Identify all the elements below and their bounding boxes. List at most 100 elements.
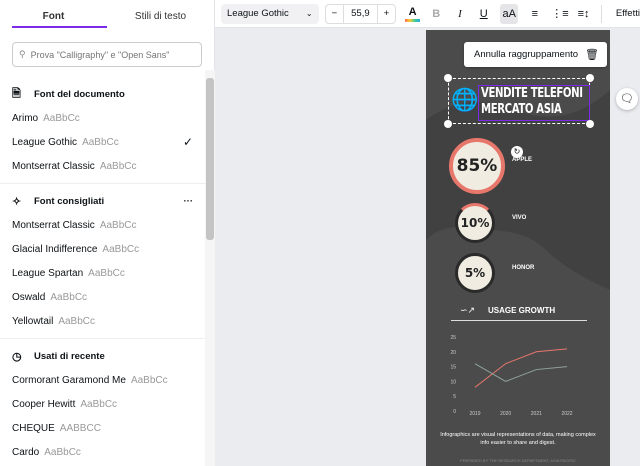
series-line-gray (474, 363, 568, 382)
font-sample: AaBbCc (99, 160, 137, 172)
ungroup-popup: Annulla raggruppamento 🗑 (464, 42, 607, 67)
font-sample: AaBbCc (99, 219, 137, 231)
font-sample: AaBbCc (80, 398, 118, 410)
more-options-button[interactable]: ··· (184, 196, 194, 207)
font-name: Glacial Indifference (12, 243, 98, 255)
bold-button[interactable]: B (429, 8, 444, 20)
font-sample: AaBbCc (102, 243, 140, 255)
y-tick-label: 10 (450, 379, 456, 385)
divider (0, 338, 205, 339)
font-sample: AaBbCc (50, 291, 88, 303)
font-sample: AaBbCc (58, 315, 96, 327)
ungroup-button[interactable]: Annulla raggruppamento (474, 49, 578, 60)
scrollbar-thumb[interactable] (206, 78, 214, 240)
font-search-input[interactable] (30, 49, 191, 60)
divider (0, 183, 205, 184)
font-name: League Spartan (12, 267, 84, 279)
rotate-icon[interactable]: ↻ (511, 146, 523, 158)
chart-heading: USAGE GROWTH (488, 306, 556, 315)
y-tick-label: 5 (453, 394, 456, 400)
stat-ring-apple: 85% (449, 138, 505, 194)
font-name: Cormorant Garamond Me (12, 374, 126, 386)
font-item[interactable]: Glacial Indifference AaBbCc (12, 237, 193, 261)
font-name: Oswald (12, 291, 46, 303)
stat-value: 85% (456, 156, 498, 176)
font-name: Montserrat Classic (12, 219, 95, 231)
stat-ring-honor: 5% (455, 253, 495, 293)
stat-label: VIVO (512, 215, 527, 221)
resize-handle[interactable] (586, 74, 594, 82)
y-tick-label: 15 (450, 365, 456, 371)
text-selection-box[interactable] (478, 85, 590, 121)
tab-font[interactable]: Font (0, 0, 107, 30)
section-title: Usati di recente (34, 350, 105, 362)
trash-icon[interactable]: 🗑 (585, 48, 599, 61)
font-name: Cardo (12, 446, 40, 458)
font-item[interactable]: Montserrat Classic AaBbCc (12, 154, 193, 178)
decrease-size-button[interactable]: − (326, 5, 344, 23)
section-header: ✧ Font consigliati ··· (12, 189, 193, 213)
clock-icon: ◷ (12, 350, 22, 363)
section-header: ◷ Usati di recente (12, 344, 193, 368)
resize-handle[interactable] (444, 74, 452, 82)
case-button[interactable]: aA (500, 3, 519, 24)
x-tick-label: 2021 (531, 411, 542, 417)
font-name: Montserrat Classic (12, 160, 95, 172)
font-item[interactable]: Oswald AaBbCc (12, 285, 193, 309)
scrollbar[interactable] (205, 70, 215, 466)
font-item[interactable]: Yellowtail AaBbCc (12, 309, 193, 333)
font-item[interactable]: Cormorant Garamond Me AaBbCc (12, 368, 193, 392)
font-name: Arimo (12, 112, 39, 124)
font-name: Yellowtail (12, 315, 54, 327)
divider (451, 320, 587, 321)
font-sample: AaBbCc (44, 446, 81, 458)
text-toolbar: League Gothic ⌄ − 55,9 + A B I U aA ≡ ⋮≡ … (215, 0, 640, 28)
font-sample: AaBbCc (130, 374, 168, 386)
list-icon[interactable]: ⋮≡ (551, 7, 568, 20)
sparkle-icon: ✧ (12, 195, 22, 208)
font-item[interactable]: Cooper Hewitt AaBbCc (12, 392, 193, 416)
x-tick-label: 2022 (561, 411, 572, 417)
x-tick-label: 2019 (469, 411, 480, 417)
font-item[interactable]: League Spartan AaBbCc (12, 261, 193, 285)
section-title: Font del documento (34, 88, 125, 100)
chevron-down-icon: ⌄ (305, 9, 313, 18)
font-panel: Font Stili di testo ⚲ 🗎 Font del document… (0, 0, 215, 466)
trend-line-icon: ∽↗ (460, 305, 476, 315)
font-item[interactable]: League Gothic AaBbCc ✓ (12, 130, 193, 154)
increase-size-button[interactable]: + (378, 5, 396, 23)
font-search[interactable]: ⚲ (12, 42, 202, 67)
font-section: 🗎 Font del documento Arimo AaBbCc League Got… (0, 82, 205, 178)
font-size-input[interactable]: 55,9 (343, 4, 378, 23)
x-tick-label: 2020 (500, 411, 511, 417)
underline-button[interactable]: U (476, 8, 491, 20)
line-spacing-icon[interactable]: ≡↕ (576, 8, 591, 20)
align-left-icon[interactable]: ≡ (527, 8, 542, 20)
font-item[interactable]: Montserrat Classic AaBbCc (12, 213, 193, 237)
font-dropdown-value: League Gothic (227, 8, 289, 19)
font-sample: AaBbCc (43, 112, 80, 124)
font-item[interactable]: CHEQUE AABBCC (12, 416, 193, 440)
toolbar-divider (600, 4, 602, 23)
footer-credit: PREPARED BY THE RESEARCH DEPARTMENT, ASI… (460, 458, 576, 463)
tab-text-styles[interactable]: Stili di testo (107, 0, 214, 30)
font-list: 🗎 Font del documento Arimo AaBbCc League Got… (0, 82, 205, 464)
text-color-button[interactable]: A (405, 5, 420, 22)
stat-label: HONOR (512, 265, 535, 271)
italic-button[interactable]: I (453, 8, 468, 20)
stat-value: 10% (460, 216, 490, 230)
font-name: Cooper Hewitt (12, 398, 76, 410)
document-icon: 🗎 (12, 87, 21, 100)
font-size-stepper[interactable]: − 55,9 + (324, 3, 397, 24)
font-dropdown[interactable]: League Gothic ⌄ (221, 3, 319, 24)
font-item[interactable]: Cardo AaBbCc (12, 440, 193, 464)
font-item[interactable]: Arimo AaBbCc (12, 106, 193, 130)
effects-button[interactable]: Effetti (616, 8, 640, 19)
font-section: ✧ Font consigliati ··· Montserrat Classic Aa… (0, 189, 205, 333)
font-section: ◷ Usati di recente Cormorant Garamond Me Aa… (0, 344, 205, 464)
y-tick-label: 0 (453, 409, 456, 415)
add-comment-button[interactable]: 🗨 (616, 88, 638, 110)
resize-handle[interactable] (586, 120, 594, 128)
y-tick-label: 25 (450, 335, 456, 341)
resize-handle[interactable] (444, 120, 452, 128)
